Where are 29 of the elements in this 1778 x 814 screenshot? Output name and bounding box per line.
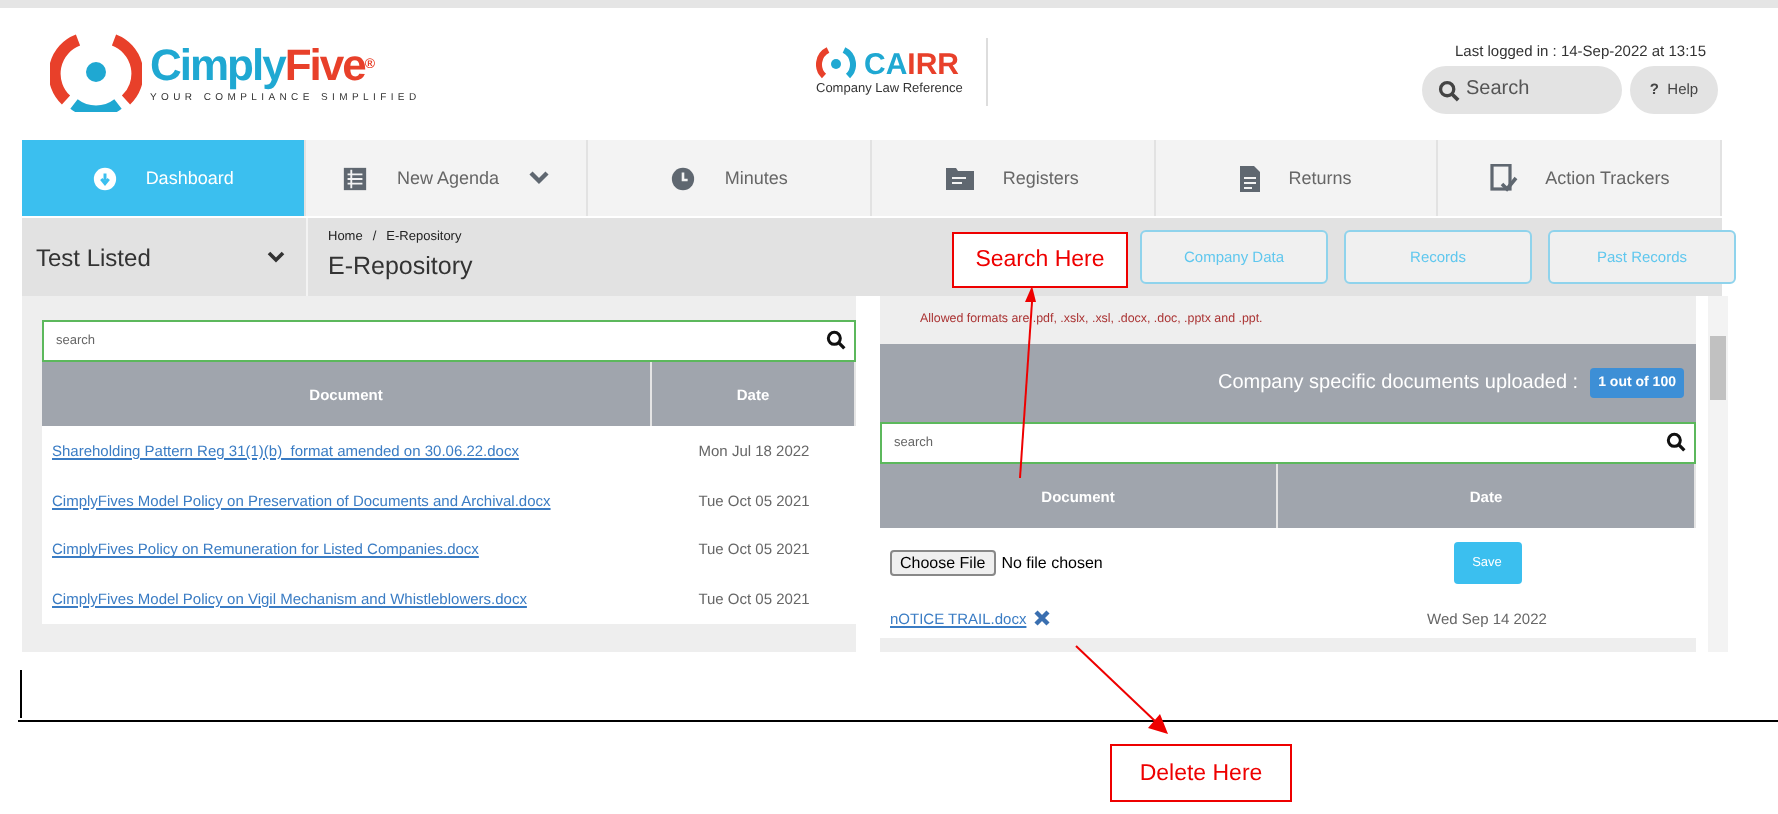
nav-tab[interactable]: Registers	[872, 140, 1156, 216]
annotation-arrow	[1074, 644, 1170, 736]
delete-icon[interactable]	[1034, 610, 1051, 626]
logo-wordmark: CimplyFive$^{®}$	[150, 39, 377, 91]
search-icon	[826, 330, 846, 350]
cairr-wordmark: CAIRR	[864, 47, 960, 81]
chevron-down-icon	[266, 250, 286, 264]
folder-icon	[946, 166, 975, 190]
scrollbar[interactable]	[1708, 296, 1728, 652]
nav-tab[interactable]: Minutes	[588, 140, 873, 216]
nav-tab[interactable]: Action Trackers	[1438, 140, 1723, 216]
search-field[interactable]: Search	[1422, 65, 1622, 113]
search-icon	[1666, 432, 1686, 452]
logo-icon	[50, 31, 142, 111]
annotation-callout: Delete Here	[1110, 744, 1292, 802]
list-icon	[342, 165, 369, 191]
clock-icon	[670, 165, 697, 191]
page-title: E-Repository	[328, 252, 475, 280]
choose-file-button[interactable]: Choose File	[890, 550, 996, 576]
annotation-callout: Search Here	[952, 232, 1128, 288]
dashboard-icon	[91, 165, 118, 191]
nav-tab[interactable]: Returns	[1155, 140, 1439, 216]
checklist-icon	[1489, 164, 1518, 192]
document-icon	[1240, 165, 1261, 191]
nav-tab[interactable]: New Agenda	[305, 140, 589, 216]
upload-count-label: Company specific documents uploaded :	[1217, 372, 1579, 394]
file-status-text: No file chosen	[1001, 554, 1103, 572]
search-icon	[1438, 79, 1460, 101]
cairr-logo-icon	[816, 46, 856, 82]
